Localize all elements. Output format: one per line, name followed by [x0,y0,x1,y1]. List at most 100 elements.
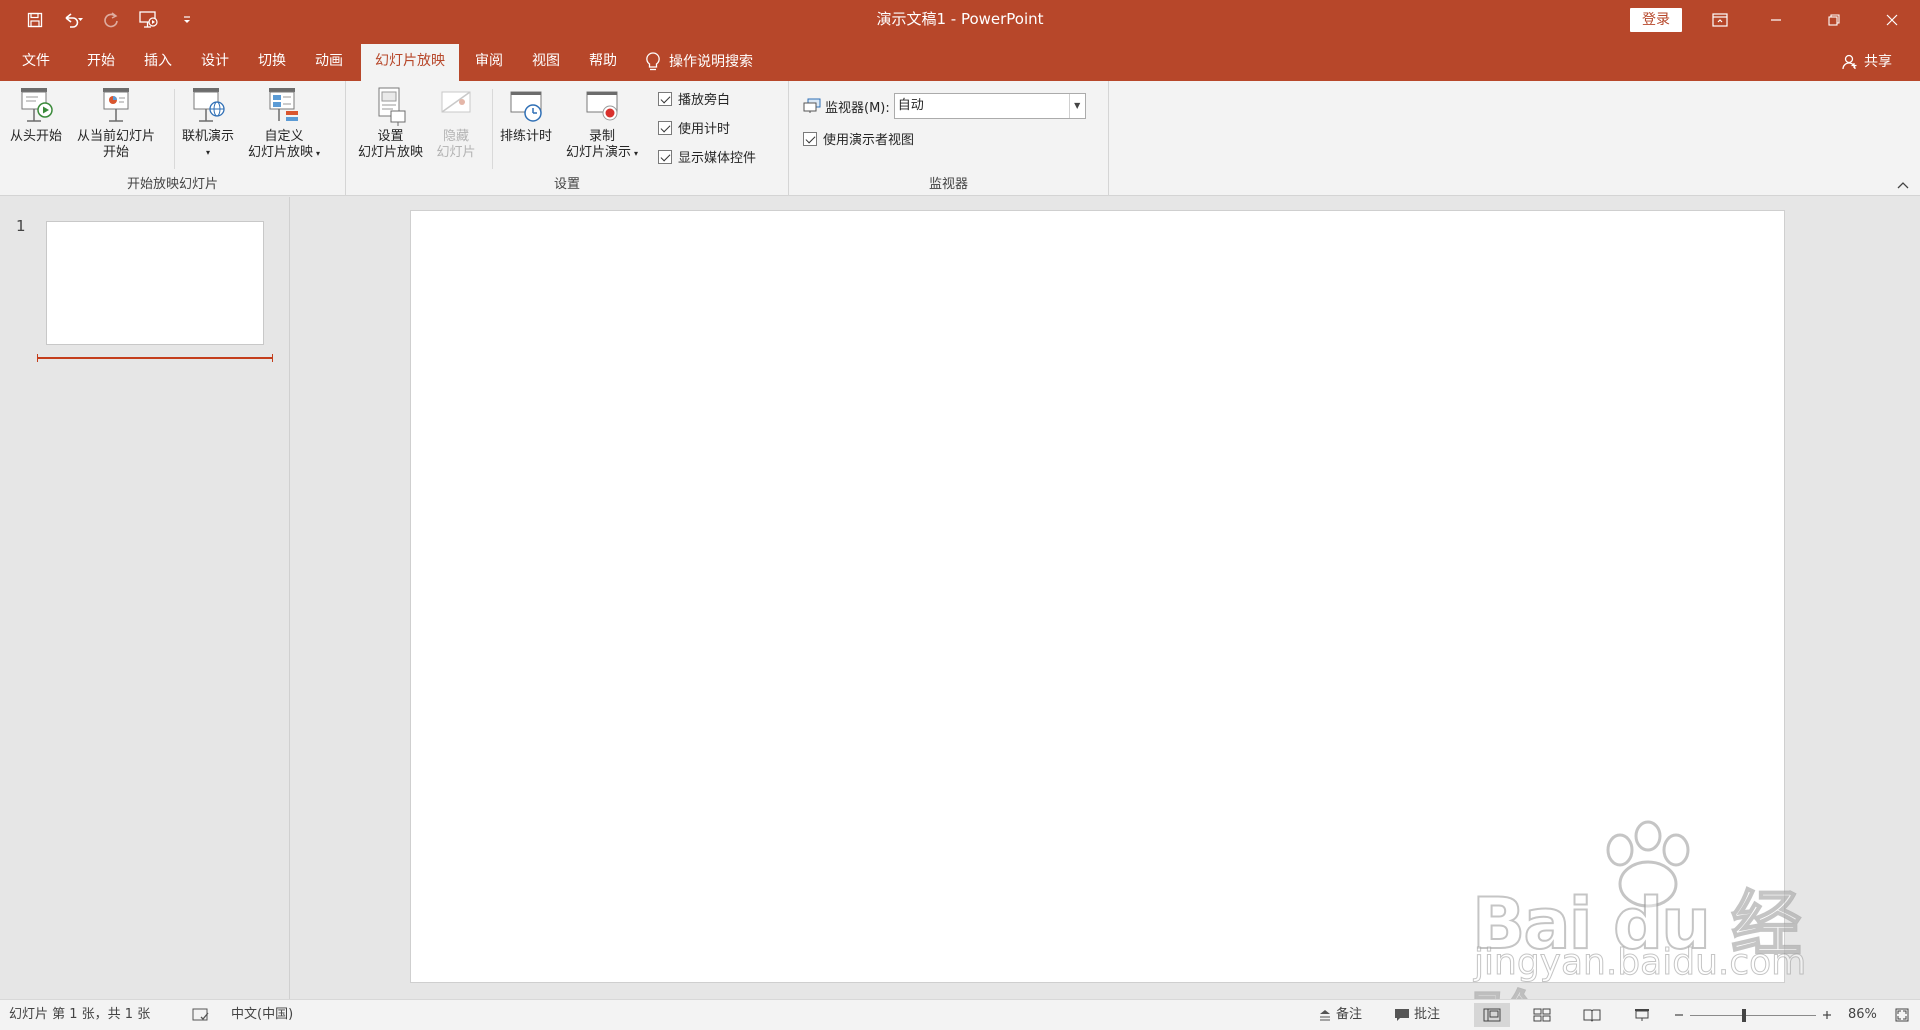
redo-icon[interactable] [96,5,126,35]
login-button[interactable]: 登录 [1630,8,1682,32]
reading-view-button[interactable] [1574,1003,1610,1027]
present-online-dropdown-icon[interactable]: ▾ [206,145,210,161]
share-button[interactable]: 共享 [1842,44,1892,80]
zoom-out-icon[interactable] [1674,1000,1684,1030]
checkbox-checked-icon[interactable] [658,120,672,135]
ribbon-separator [174,89,175,169]
slide-show-view-button[interactable] [1624,1003,1660,1027]
custom-slide-show-dropdown-icon[interactable]: ▾ [316,149,320,158]
monitor-selector: 监视器(M): 自动 ▼ [803,93,1086,119]
fit-to-window-icon[interactable] [1895,1000,1909,1030]
collapse-ribbon-icon[interactable] [1896,179,1910,193]
comments-button[interactable]: 批注 [1394,1000,1440,1030]
rehearse-timings-icon [510,91,542,122]
ribbon-display-options-icon[interactable] [1692,0,1748,40]
lightbulb-icon [646,52,660,71]
group-label-start-slide-show: 开始放映幻灯片 [126,177,218,192]
customize-icon[interactable] [172,5,202,35]
presenter-view-label: 使用演示者视图 [823,133,915,148]
play-narrations-checkbox[interactable]: 播放旁白 [658,89,730,108]
present-from-start-icon[interactable] [134,5,164,35]
tab-file[interactable]: 文件 [8,44,64,81]
checkbox-checked-icon[interactable] [803,131,817,146]
slide-number: 1 [16,217,26,235]
from-current-slide-button[interactable]: 从当前幻灯片 开始 [77,85,155,161]
record-slide-show-button[interactable]: 录制 幻灯片演示 ▾ [566,85,638,162]
zoom-in-icon[interactable] [1822,1000,1832,1030]
tell-me-label: 操作说明搜索 [669,54,753,70]
tab-home[interactable]: 开始 [73,44,129,81]
presenter-view-checkbox[interactable]: 使用演示者视图 [803,129,914,148]
custom-slide-show-label-1: 自定义 [264,129,304,144]
language-indicator[interactable]: 中文(中国) [231,1000,293,1030]
quick-access-toolbar [20,0,202,40]
group-label-set-up: 设置 [553,177,580,192]
tab-review[interactable]: 审阅 [461,44,517,81]
group-label-monitors: 监视器 [928,177,968,192]
zoom-slider-thumb[interactable] [1742,1009,1747,1022]
present-online-label: 联机演示 [182,129,235,144]
notes-button[interactable]: 备注 [1318,1000,1362,1030]
monitor-select[interactable]: 自动 ▼ [893,93,1086,119]
group-monitors: 监视器(M): 自动 ▼ 使用演示者视图 监视器 [789,81,1109,196]
show-media-controls-checkbox[interactable]: 显示媒体控件 [658,147,756,166]
slide-thumbnail[interactable] [46,221,264,345]
custom-slide-show-label-2: 幻灯片放映 [248,145,314,160]
slide-sorter-view-button[interactable] [1524,1003,1560,1027]
tab-animations[interactable]: 动画 [301,44,357,81]
set-up-slide-show-label-2: 幻灯片放映 [358,145,424,160]
monitor-label: 监视器(M): [825,100,890,116]
tab-transitions[interactable]: 切换 [244,44,300,81]
checkbox-checked-icon[interactable] [658,91,672,106]
from-current-slide-icon [103,88,129,122]
play-narrations-label: 播放旁白 [678,93,731,108]
from-beginning-button[interactable]: 从头开始 [10,85,62,145]
record-slide-show-icon [586,91,618,121]
from-current-slide-label-1: 从当前幻灯片 [77,129,156,144]
spell-check-icon[interactable] [192,1000,210,1030]
zoom-slider[interactable] [1690,1015,1816,1016]
hide-slide-label-2: 幻灯片 [436,145,476,160]
use-timings-label: 使用计时 [678,122,731,137]
restore-icon[interactable] [1806,0,1862,40]
set-up-slide-show-button[interactable]: 设置 幻灯片放映 [358,85,423,161]
ribbon: 从头开始 从当前幻灯片 开始 联机演示 ▾ 自定义 幻灯片放映 ▾ 开始放映幻灯片… [0,81,1920,196]
custom-slide-show-button[interactable]: 自定义 幻灯片放映 ▾ [248,85,320,162]
from-beginning-icon [21,88,53,122]
tab-slide-show[interactable]: 幻灯片放映 [361,44,459,81]
chevron-down-icon[interactable]: ▼ [1068,94,1085,118]
from-current-slide-label-2: 开始 [103,145,130,160]
ribbon-separator [492,89,493,169]
zoom-level[interactable]: 86% [1848,1000,1877,1030]
tab-insert[interactable]: 插入 [130,44,186,81]
set-up-slide-show-icon [378,87,405,126]
undo-icon[interactable] [58,5,88,35]
normal-view-button[interactable] [1474,1003,1510,1027]
record-slide-show-dropdown-icon[interactable]: ▾ [634,149,638,158]
hide-slide-button[interactable]: 隐藏 幻灯片 [436,85,476,161]
from-beginning-label: 从头开始 [10,129,63,144]
notes-icon [1320,1010,1330,1021]
watermark: Bai du 经验 jingyan.baidu.com [1471,820,1832,1030]
checkbox-checked-icon[interactable] [658,149,672,164]
show-media-controls-label: 显示媒体控件 [678,151,757,166]
ribbon-tab-row: 文件 开始 插入 设计 切换 动画 幻灯片放映 审阅 视图 帮助 操作说明搜索 … [0,40,1920,81]
save-icon[interactable] [20,5,50,35]
tab-design[interactable]: 设计 [187,44,243,81]
monitor-select-value: 自动 [897,98,924,113]
minimize-icon[interactable] [1748,0,1804,40]
tab-view[interactable]: 视图 [518,44,574,81]
notes-label: 备注 [1336,1007,1363,1022]
window-title: 演示文稿1 - PowerPoint [876,10,1044,28]
hide-slide-label-1: 隐藏 [442,129,469,144]
share-label: 共享 [1864,54,1892,70]
tell-me-search[interactable]: 操作说明搜索 [645,44,753,80]
use-timings-checkbox[interactable]: 使用计时 [658,118,730,137]
close-icon[interactable] [1864,0,1920,40]
present-online-button[interactable]: 联机演示 ▾ [182,85,234,161]
person-icon [1842,54,1857,70]
tab-help[interactable]: 帮助 [575,44,631,81]
present-online-icon [193,88,225,122]
rehearse-timings-button[interactable]: 排练计时 [500,85,552,145]
slide-sorter-icon [1533,1008,1551,1022]
